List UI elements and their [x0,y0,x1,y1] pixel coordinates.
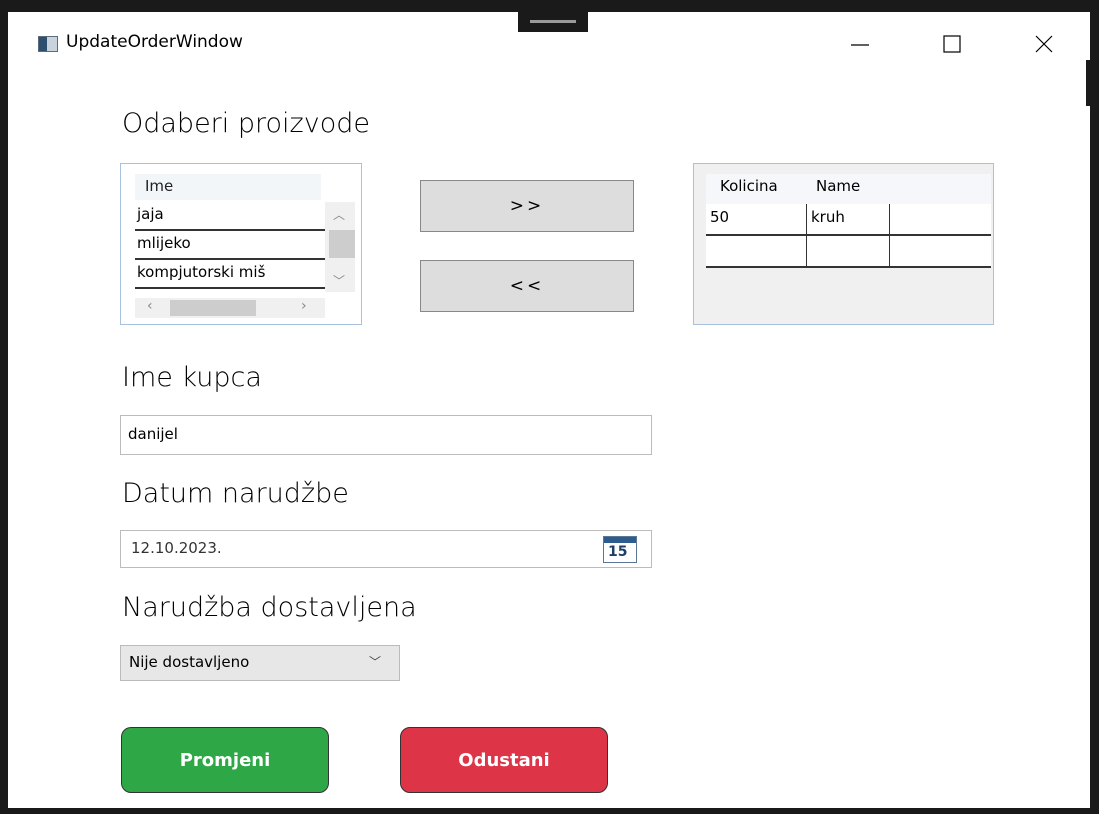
save-button[interactable]: Promjeni [121,727,329,793]
minimize-icon [851,44,869,46]
column-header-kolicina[interactable]: Kolicina [720,177,778,195]
delivery-status-combobox[interactable]: Nije dostavljeno ﹀ [120,645,400,681]
cell-kolicina-value: 50 [710,208,730,226]
list-item-label: mlijeko [137,234,191,252]
minimize-button[interactable] [838,24,882,64]
app-icon [38,36,58,52]
add-product-button[interactable]: >> [420,180,634,232]
chevron-right-icon[interactable]: › [301,298,307,314]
cell-kolicina[interactable] [706,236,807,266]
products-listbox[interactable]: Ime jaja mlijeko kompjutorski miš ︿ ﹀ ‹ … [120,163,362,325]
order-date-picker[interactable]: 12.10.2023. 15 [120,530,652,568]
list-item-label: kompjutorski miš [137,263,266,281]
products-list-header-label: Ime [145,177,174,195]
maximize-button[interactable] [930,24,974,64]
horizontal-scroll-thumb[interactable] [170,300,256,316]
table-row[interactable]: 50 kruh [706,204,991,236]
customer-label: Ime kupca [122,362,262,393]
horizontal-scrollbar[interactable]: ‹ › [135,298,325,318]
chevron-down-icon: ﹀ [369,655,382,669]
customer-name-input[interactable]: danijel [120,415,652,455]
date-label: Datum narudžbe [122,478,349,509]
chevron-left-icon[interactable]: ‹ [147,298,153,314]
vertical-scrollbar[interactable]: ︿ ﹀ [325,202,355,292]
snap-handle[interactable] [518,12,588,32]
chevron-down-icon[interactable]: ﹀ [333,272,345,289]
order-date-value: 12.10.2023. [131,539,222,557]
close-icon [1035,35,1053,53]
cell-name-value: kruh [811,208,845,226]
cell-kolicina[interactable]: 50 [706,204,807,234]
close-button[interactable] [1022,24,1066,64]
products-list-header: Ime [135,174,321,200]
cancel-button[interactable]: Odustani [400,727,608,793]
vertical-scroll-thumb[interactable] [329,230,355,258]
cell-name[interactable] [807,236,890,266]
update-order-window: UpdateOrderWindow Odaberi proizvode Ime … [8,12,1090,808]
window-edge [1086,60,1090,106]
list-item-label: jaja [137,205,164,223]
grid-header: Kolicina Name [706,174,991,204]
list-item[interactable]: mlijeko [135,231,325,260]
maximize-icon [943,35,961,53]
cell-name[interactable]: kruh [807,204,890,234]
chevron-up-icon[interactable]: ︿ [333,206,345,223]
delivery-status-value: Nije dostavljeno [129,653,250,671]
order-items-grid[interactable]: Kolicina Name 50 kruh [693,163,994,325]
window-title: UpdateOrderWindow [66,32,243,52]
delivered-label: Narudžba dostavljena [122,592,417,623]
list-item[interactable]: jaja [135,202,325,231]
calendar-icon[interactable]: 15 [603,536,637,563]
table-row[interactable] [706,236,991,268]
calendar-icon-number: 15 [608,544,628,560]
customer-name-value: danijel [128,425,178,443]
column-header-name[interactable]: Name [816,177,860,195]
products-label: Odaberi proizvode [122,108,370,139]
list-item[interactable]: kompjutorski miš [135,260,325,289]
remove-product-button[interactable]: << [420,260,634,312]
calendar-icon-bar [604,537,636,543]
